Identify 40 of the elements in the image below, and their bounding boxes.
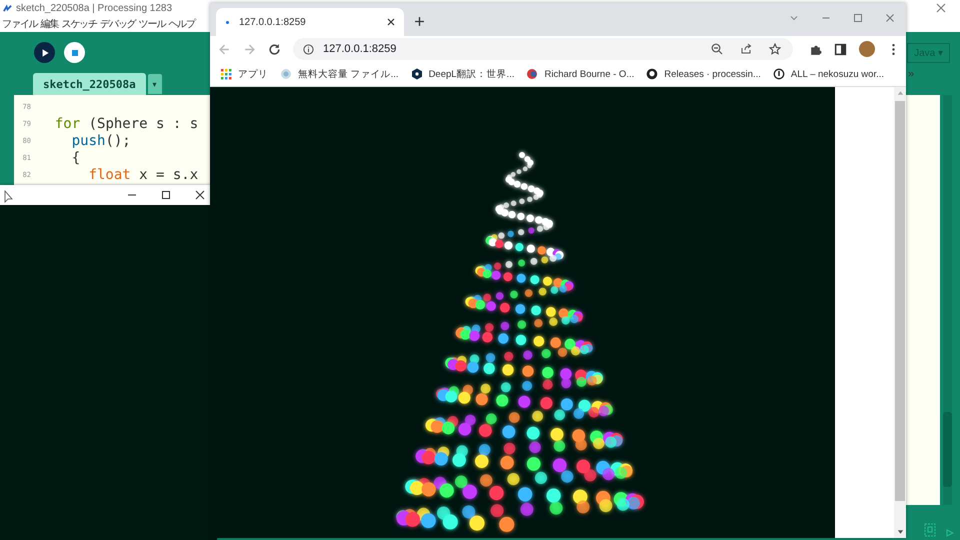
maximize-icon[interactable] — [161, 190, 171, 200]
side-panel-icon[interactable] — [834, 42, 847, 56]
close-icon[interactable] — [386, 17, 396, 28]
bookmark[interactable]: 無料大容量 ファイル... — [280, 68, 399, 81]
bookmark[interactable]: DeepL翻訳：世界... — [410, 68, 514, 81]
circle-icon — [526, 68, 538, 80]
bookmark[interactable]: Releases · processin... — [646, 68, 761, 80]
bookmark[interactable]: ALL – nekosuzu wor... — [772, 68, 884, 80]
code-line: for (Sphere s : s — [54, 116, 198, 132]
sketch-tab[interactable]: sketch_220508a — [33, 73, 146, 95]
bookmark[interactable]: アプリ — [220, 68, 268, 81]
reload-icon[interactable] — [268, 42, 281, 56]
power-icon — [772, 68, 785, 80]
puzzle-icon[interactable] — [809, 42, 822, 56]
stop-button[interactable] — [64, 42, 85, 63]
new-tab-icon[interactable] — [414, 16, 425, 28]
menu-item[interactable]: デバッグ — [100, 17, 136, 31]
address-bar[interactable]: 127.0.0.1:8259 — [293, 38, 793, 60]
code-line: float x = s.x — [88, 166, 198, 182]
menu-item[interactable]: ヘルプ — [168, 17, 196, 31]
tab-menu-button[interactable]: ▾ — [148, 74, 162, 94]
browser-tab[interactable]: 127.0.0.1:8259 — [216, 8, 404, 36]
scrollbar[interactable] — [943, 95, 952, 505]
scrollbar[interactable] — [894, 87, 906, 538]
hexagon-icon — [410, 68, 423, 80]
code-line: push(); — [70, 132, 131, 148]
menu-item[interactable]: 編集 — [40, 17, 58, 31]
avatar-icon[interactable] — [859, 41, 875, 58]
run-button[interactable] — [34, 42, 55, 63]
menu-item[interactable]: ファイル — [2, 17, 38, 31]
grid-icon — [220, 68, 232, 80]
window-title: sketch_220508a | Processing 1283 — [16, 2, 172, 14]
close-icon[interactable] — [195, 190, 205, 200]
menu-item[interactable]: ツール — [138, 17, 166, 31]
app-logo-icon — [3, 4, 12, 12]
code-line: { — [70, 150, 80, 166]
menu-item[interactable]: スケッチ — [61, 17, 98, 31]
bookmark[interactable]: Richard Bourne - O... — [526, 68, 634, 80]
globe-icon — [280, 68, 292, 80]
scroll-down-icon[interactable] — [896, 529, 904, 535]
